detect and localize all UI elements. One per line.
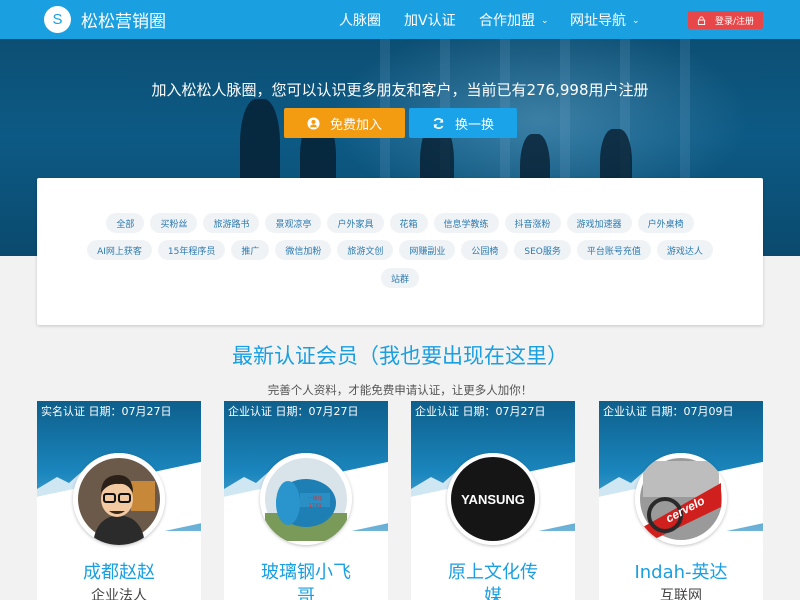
- tag-item[interactable]: 信息学教练: [433, 213, 499, 233]
- member-avatar[interactable]: 一体化 1743: [260, 453, 352, 545]
- member-avatar[interactable]: YANSUNG: [447, 453, 539, 545]
- tank-photo-icon: 一体化 1743: [260, 453, 352, 545]
- tag-item[interactable]: 游戏达人: [656, 240, 713, 260]
- tag-item[interactable]: 游戏加速器: [566, 213, 632, 233]
- tag-item[interactable]: 平台账号充值: [576, 240, 651, 260]
- tag-item[interactable]: 景观凉亭: [265, 213, 322, 233]
- nav-link-directory[interactable]: 网址导航 ⌄: [570, 10, 640, 30]
- tag-row: 全部 买粉丝 旅游路书 景观凉亭 户外家具 花箱 信息学教练 抖音涨粉 游戏加速…: [37, 213, 763, 233]
- user-icon: [307, 116, 320, 130]
- member-name-line2: 哥: [297, 586, 315, 600]
- nav-link-network[interactable]: 人脉圈: [339, 10, 381, 30]
- tag-item[interactable]: SEO服务: [514, 240, 571, 260]
- tag-all[interactable]: 全部: [106, 213, 145, 233]
- tag-item[interactable]: 15年程序员: [157, 240, 226, 260]
- tag-item[interactable]: 户外家具: [327, 213, 384, 233]
- tag-item[interactable]: 网赚副业: [399, 240, 456, 260]
- refresh-label: 换一换: [454, 117, 494, 133]
- verify-badge: 企业认证 日期：07月27日: [415, 405, 546, 418]
- svg-text:一体化: 一体化: [307, 495, 322, 502]
- section-subtitle: 完善个人资料，才能免费申请认证，让更多人加你！: [267, 383, 533, 397]
- refresh-icon: [433, 117, 444, 129]
- cervelo-bike-icon: cervelo: [635, 453, 727, 545]
- tag-item[interactable]: 站群: [380, 268, 419, 288]
- top-navbar: S 松松营销圈 人脉圈 加V认证 合作加盟 ⌄ 网址导航 ⌄ 登录/注册: [0, 0, 800, 39]
- nav-link-partner-label: 合作加盟: [479, 13, 535, 29]
- refresh-button[interactable]: 换一换: [409, 108, 517, 138]
- tag-cloud-card: 全部 买粉丝 旅游路书 景观凉亭 户外家具 花箱 信息学教练 抖音涨粉 游戏加速…: [37, 178, 763, 325]
- member-avatar[interactable]: cervelo: [635, 453, 727, 545]
- member-name[interactable]: 玻璃钢小飞哥: [224, 561, 388, 600]
- yansung-logo-icon: YANSUNG: [447, 453, 539, 545]
- tag-item[interactable]: 旅游路书: [203, 213, 260, 233]
- member-name[interactable]: 原上文化传媒: [411, 561, 575, 600]
- lock-icon: [697, 15, 706, 25]
- tag-item[interactable]: 抖音涨粉: [504, 213, 561, 233]
- yansung-logo-text: YANSUNG: [461, 492, 525, 507]
- hero-window: [560, 39, 570, 179]
- free-join-label: 免费加入: [329, 117, 382, 133]
- member-card[interactable]: 企业认证 日期：07月09日 cervelo Indah-英达 互联网: [599, 401, 763, 600]
- verify-badge: 企业认证 日期：07月09日: [603, 405, 734, 418]
- chevron-down-icon: ⌄: [541, 16, 549, 26]
- member-avatar[interactable]: [73, 453, 165, 545]
- member-card[interactable]: 企业认证 日期：07月27日 YANSUNG 原上文化传媒: [411, 401, 575, 600]
- member-name-line1: 原上文化传: [448, 562, 538, 583]
- site-logo[interactable]: S 松松营销圈: [44, 6, 166, 33]
- hero-window: [680, 39, 690, 179]
- login-register-label: 登录/注册: [714, 16, 755, 27]
- tag-item[interactable]: 推广: [231, 240, 270, 260]
- tag-item[interactable]: 花箱: [389, 213, 428, 233]
- nav-link-partner[interactable]: 合作加盟 ⌄: [479, 10, 549, 30]
- logo-text: 松松营销圈: [81, 12, 166, 32]
- hero-headline: 加入松松人脉圈，您可以认识更多朋友和客户，当前已有276,998用户注册: [151, 81, 649, 99]
- verify-badge: 企业认证 日期：07月27日: [228, 405, 359, 418]
- tag-item[interactable]: 旅游文创: [337, 240, 394, 260]
- tag-item[interactable]: 买粉丝: [150, 213, 198, 233]
- member-name[interactable]: 成都赵赵: [37, 561, 201, 585]
- member-type: 企业法人: [91, 588, 147, 600]
- member-type: 互联网: [660, 588, 702, 600]
- tag-item[interactable]: 微信加粉: [275, 240, 332, 260]
- logo-icon: S: [44, 6, 71, 33]
- nav-link-verify[interactable]: 加V认证: [404, 10, 456, 30]
- cartoon-man-icon: [73, 453, 165, 545]
- tag-item[interactable]: 公园椅: [461, 240, 509, 260]
- chevron-down-icon: ⌄: [632, 16, 640, 26]
- tag-row: 站群: [37, 268, 763, 288]
- member-card[interactable]: 企业认证 日期：07月27日 一体化 1743 玻璃钢小飞哥: [224, 401, 388, 600]
- tag-item[interactable]: 户外桌椅: [637, 213, 694, 233]
- verify-badge: 实名认证 日期：07月27日: [41, 405, 172, 418]
- member-card[interactable]: 实名认证 日期：07月27日 成都赵赵 企业法人: [37, 401, 201, 600]
- login-register-button[interactable]: 登录/注册: [688, 11, 763, 29]
- member-name-line1: 玻璃钢小飞: [261, 562, 351, 583]
- free-join-button[interactable]: 免费加入: [284, 108, 405, 138]
- member-name[interactable]: Indah-英达: [599, 561, 763, 585]
- tag-item[interactable]: AI网上获客: [87, 240, 152, 260]
- section-title[interactable]: 最新认证会员（我也要出现在这里）: [0, 340, 800, 370]
- nav-link-directory-label: 网址导航: [570, 13, 626, 29]
- tag-row: AI网上获客 15年程序员 推广 微信加粉 旅游文创 网赚副业 公园椅 SEO服…: [37, 240, 763, 260]
- member-name-line2: 媒: [484, 586, 502, 600]
- svg-text:1743: 1743: [309, 503, 322, 509]
